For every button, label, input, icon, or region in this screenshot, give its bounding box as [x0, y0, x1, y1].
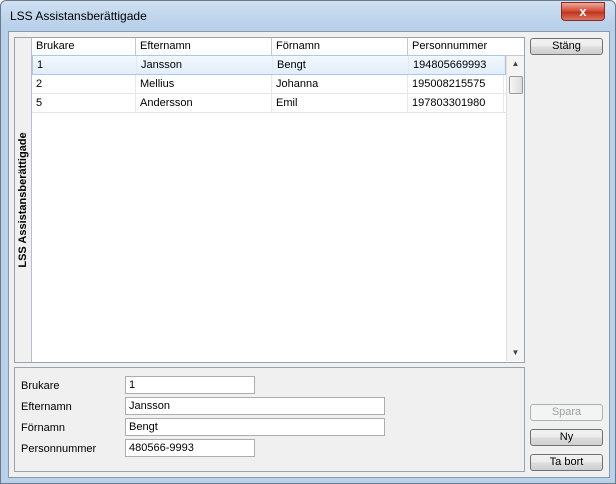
- cell-efternamn: Mellius: [136, 75, 272, 93]
- efternamn-label: Efternamn: [21, 401, 72, 413]
- cell-brukare: 2: [32, 75, 136, 93]
- cell-personnummer: 195008215575: [408, 75, 504, 93]
- cell-personnummer: 197803301980: [408, 94, 504, 112]
- grid-header: Brukare Efternamn Förnamn Personnummer: [32, 38, 524, 56]
- side-tab: LSS Assistansberättigade: [15, 38, 32, 362]
- fornamn-field[interactable]: Bengt: [125, 418, 385, 436]
- personnummer-label: Personnummer: [21, 443, 97, 455]
- stang-button[interactable]: Stäng: [530, 38, 603, 55]
- cell-brukare: 5: [32, 94, 136, 112]
- cell-fornamn: Johanna: [272, 75, 408, 93]
- window-title: LSS Assistansberättigade: [10, 9, 147, 23]
- spara-button[interactable]: Spara: [530, 404, 603, 421]
- brukare-field[interactable]: 1: [125, 376, 255, 394]
- scrollbar-thumb[interactable]: [509, 76, 523, 94]
- column-header-personnummer[interactable]: Personnummer: [408, 38, 524, 55]
- column-header-fornamn[interactable]: Förnamn: [272, 38, 408, 55]
- fornamn-label: Förnamn: [21, 422, 66, 434]
- scroll-up-icon[interactable]: ▲: [507, 56, 524, 72]
- cell-fornamn: Emil: [272, 94, 408, 112]
- close-icon: x: [579, 4, 587, 19]
- grid-rows: 1 Jansson Bengt 194805669993 2 Mellius J…: [32, 55, 506, 113]
- client-area: LSS Assistansberättigade Brukare Efterna…: [8, 31, 610, 478]
- table-row[interactable]: 1 Jansson Bengt 194805669993: [32, 55, 506, 75]
- cell-personnummer: 194805669993: [409, 56, 505, 74]
- side-tab-label: LSS Assistansberättigade: [17, 132, 29, 268]
- table-row[interactable]: 5 Andersson Emil 197803301980: [32, 94, 506, 113]
- efternamn-field[interactable]: Jansson: [125, 397, 385, 415]
- vertical-scrollbar[interactable]: ▲ ▼: [506, 56, 524, 361]
- title-bar[interactable]: LSS Assistansberättigade x: [1, 1, 615, 31]
- cell-brukare: 1: [33, 56, 137, 74]
- cell-efternamn: Andersson: [136, 94, 272, 112]
- data-grid: LSS Assistansberättigade Brukare Efterna…: [14, 37, 525, 363]
- scroll-down-icon[interactable]: ▼: [507, 345, 524, 361]
- dialog-window: LSS Assistansberättigade x LSS Assistans…: [0, 0, 616, 484]
- column-header-brukare[interactable]: Brukare: [32, 38, 136, 55]
- cell-fornamn: Bengt: [273, 56, 409, 74]
- cell-efternamn: Jansson: [137, 56, 273, 74]
- column-header-efternamn[interactable]: Efternamn: [136, 38, 272, 55]
- table-row[interactable]: 2 Mellius Johanna 195008215575: [32, 75, 506, 94]
- ta-bort-button[interactable]: Ta bort: [530, 454, 603, 471]
- close-button[interactable]: x: [561, 2, 605, 21]
- ny-button[interactable]: Ny: [530, 429, 603, 446]
- detail-form: Brukare 1 Efternamn Jansson Förnamn Beng…: [14, 367, 525, 472]
- brukare-label: Brukare: [21, 380, 60, 392]
- personnummer-field[interactable]: 480566-9993: [125, 439, 255, 457]
